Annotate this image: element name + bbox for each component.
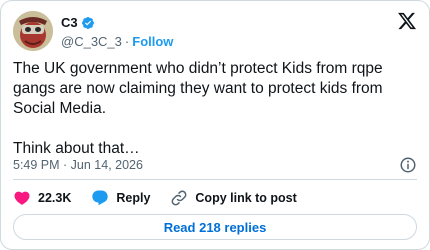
likes-count: 22.3K [38,191,72,205]
separator-dot: · [124,33,130,49]
copy-link-label: Copy link to post [195,191,297,205]
verified-icon [81,16,95,30]
info-icon[interactable] [399,156,417,174]
display-name[interactable]: C3 [61,15,78,30]
tweet-actions: 22.3K Reply Copy link to post [13,188,317,208]
timestamp[interactable]: 5:49 PM · Jun 14, 2026 [13,158,143,172]
reply-label: Reply [116,191,151,205]
tweet-card: C3 @C_3C_3 · Follow The UK government wh [0,0,430,250]
author-handle[interactable]: @C_3C_3 [61,34,122,49]
copy-link-button[interactable]: Copy link to post [170,189,297,207]
avatar[interactable] [13,11,53,51]
tweet-header: C3 @C_3C_3 · Follow [13,11,417,51]
reply-icon [92,190,109,206]
x-logo-icon[interactable] [397,11,417,31]
link-icon [171,190,187,206]
author-names: C3 @C_3C_3 · Follow [61,14,173,50]
tweet-meta: 5:49 PM · Jun 14, 2026 [13,155,417,175]
read-replies-button[interactable]: Read 218 replies [13,214,417,240]
tweet-paragraph-1: The UK government who didn’t protect Kid… [13,60,383,117]
reply-button[interactable]: Reply [91,189,150,207]
heart-icon [14,191,30,205]
read-replies-label: Read 218 replies [163,219,267,235]
tweet-text: The UK government who didn’t protect Kid… [13,59,418,159]
like-button[interactable]: 22.3K [13,189,71,207]
divider [13,179,417,180]
follow-button[interactable]: Follow [132,34,173,49]
